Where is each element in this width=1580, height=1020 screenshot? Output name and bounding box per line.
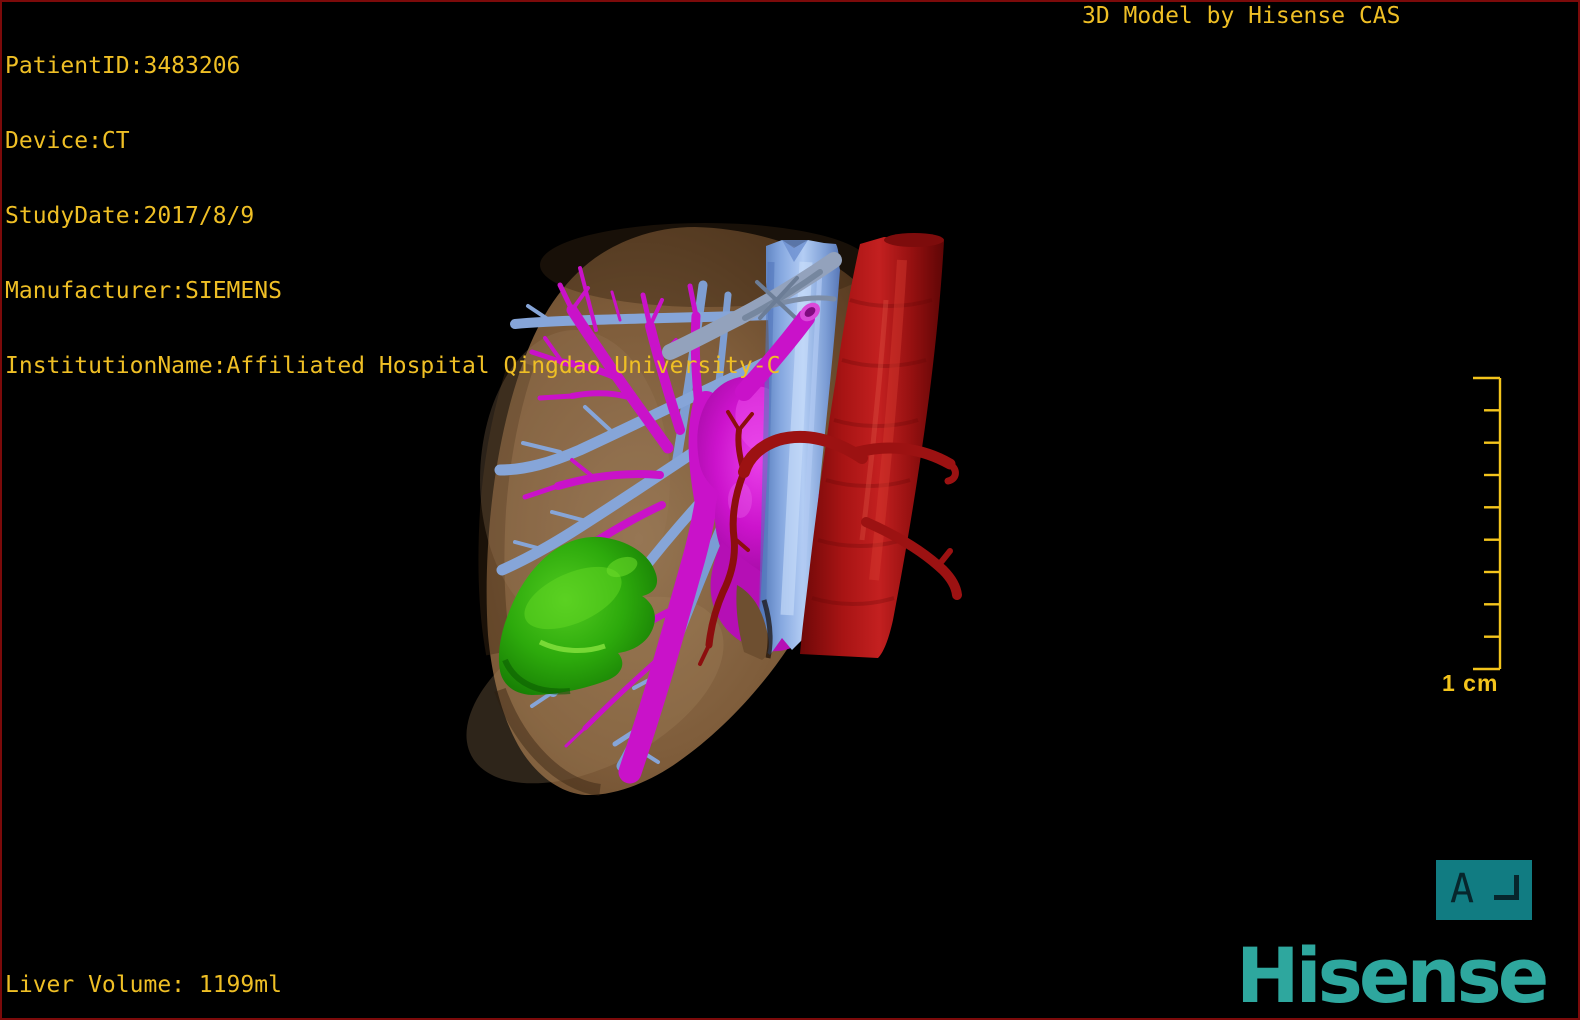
institution-line: InstitutionName:Affiliated Hospital Qing… [5, 353, 781, 379]
corner-bracket-icon [1494, 875, 1519, 900]
scale-bar [1473, 376, 1502, 671]
hisense-logo: Hisense [1236, 931, 1549, 1020]
viewer-window: { "header": { "patient_info": [ "Patient… [0, 0, 1580, 1020]
liver-volume-label: Liver Volume: 1199ml [5, 972, 282, 998]
patient-id-line: PatientID:3483206 [5, 53, 241, 79]
watermark-title: 3D Model by Hisense CAS [1082, 3, 1401, 29]
scale-bar-label: 1 cm [1442, 670, 1499, 696]
device-line: Device:CT [5, 128, 130, 154]
patient-info: PatientID:3483206 Device:CT StudyDate:20… [5, 4, 780, 404]
manufacturer-line: Manufacturer:SIEMENS [5, 278, 282, 304]
orientation-letter: A [1450, 866, 1475, 912]
orientation-marker[interactable]: A [1436, 860, 1532, 920]
study-date-line: StudyDate:2017/8/9 [5, 203, 255, 229]
